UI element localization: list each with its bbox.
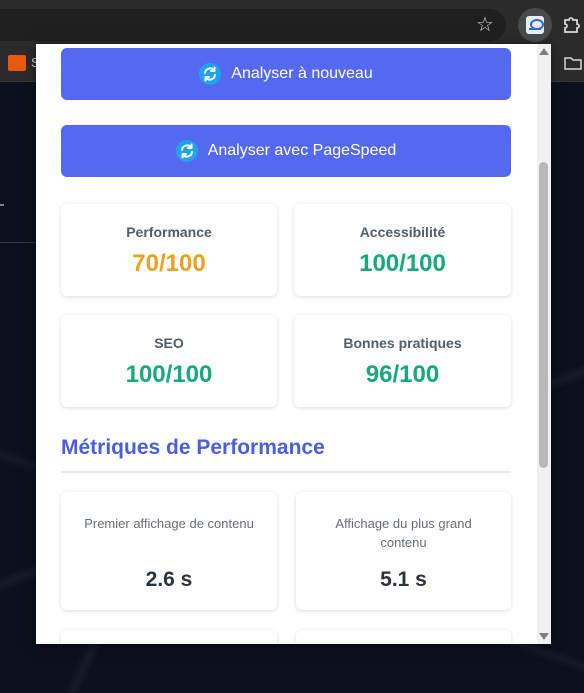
star-icon[interactable]: ☆ — [472, 12, 498, 38]
section-divider — [61, 471, 511, 473]
page-divider — [0, 242, 36, 243]
extension-icon[interactable] — [518, 8, 552, 42]
page-mark — [0, 204, 4, 206]
metric-card-lcp: Affichage du plus grand contenu 5.1 s — [296, 492, 511, 610]
scrollbar-thumb[interactable] — [539, 162, 548, 468]
address-bar[interactable] — [0, 9, 506, 41]
pagespeed-label: Analyser avec PageSpeed — [207, 142, 397, 159]
score-value: 100/100 — [359, 250, 446, 277]
metric-card — [61, 630, 277, 644]
extension-popup: Analyser à nouveau Analyser avec PageSpe… — [36, 44, 551, 644]
score-label: SEO — [154, 335, 184, 351]
soundcloud-icon[interactable] — [8, 55, 26, 71]
score-card-performance: Performance 70/100 — [61, 204, 277, 296]
score-label: Bonnes pratiques — [343, 335, 462, 351]
scroll-up-arrow-icon[interactable] — [539, 48, 549, 55]
metric-card-fcp: Premier affichage de contenu 2.6 s — [61, 492, 277, 610]
score-value: 96/100 — [365, 361, 440, 388]
metric-label: Affichage du plus grand contenu — [335, 516, 472, 550]
scroll-down-arrow-icon[interactable] — [539, 633, 549, 640]
pagespeed-button[interactable]: Analyser avec PageSpeed — [61, 125, 511, 177]
folder-icon[interactable] — [564, 55, 582, 71]
score-card-seo: SEO 100/100 — [61, 315, 277, 407]
browser-toolbar: ☆ — [0, 0, 584, 46]
refresh-icon — [199, 63, 222, 85]
puzzle-icon[interactable] — [560, 13, 584, 37]
score-card-best-practices: Bonnes pratiques 96/100 — [294, 315, 511, 407]
metric-value: 5.1 s — [380, 568, 427, 591]
score-value: 70/100 — [132, 250, 206, 277]
score-value: 100/100 — [125, 361, 213, 388]
score-label: Accessibilité — [359, 224, 446, 240]
metric-value: 2.6 s — [145, 568, 193, 591]
metric-label: Premier affichage de contenu — [84, 516, 254, 531]
reanalyze-button[interactable]: Analyser à nouveau — [61, 48, 511, 100]
refresh-icon — [175, 140, 198, 162]
reanalyze-label: Analyser à nouveau — [231, 65, 373, 82]
section-title: Métriques de Performance — [61, 436, 325, 459]
score-card-accessibility: Accessibilité 100/100 — [294, 204, 511, 296]
metric-card — [296, 630, 511, 644]
score-label: Performance — [126, 224, 212, 240]
